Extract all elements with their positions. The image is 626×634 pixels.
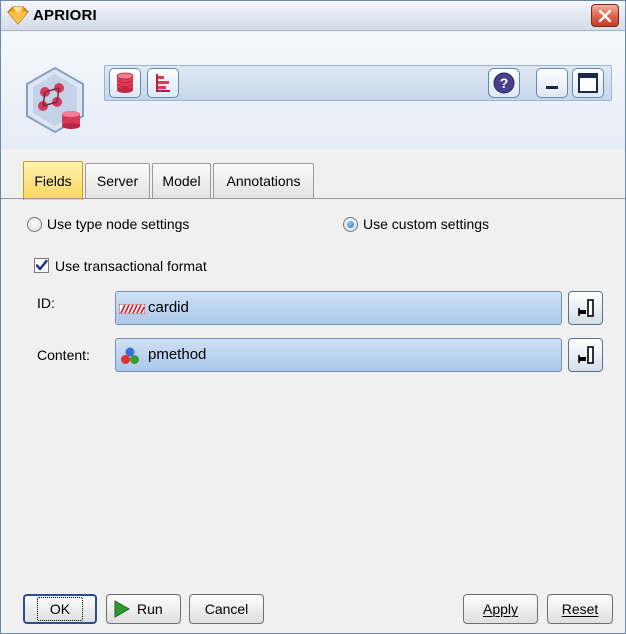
tab-bar: Fields Server Model Annotations [23,161,623,200]
minimize-button[interactable] [536,68,568,98]
close-button[interactable] [591,4,619,27]
header-area: ? [1,32,625,149]
preview-button[interactable] [109,68,141,98]
id-value: cardid [148,299,189,316]
window-title: APRIORI [33,7,97,24]
close-icon [598,9,612,22]
cancel-button[interactable]: Cancel [189,594,264,624]
tab-server[interactable]: Server [85,163,150,198]
field-picker-icon [577,299,594,317]
reset-button[interactable]: Reset [547,594,613,624]
maximize-button[interactable] [572,68,604,98]
use-type-node-radio[interactable] [27,217,42,232]
run-label: Run [137,601,163,617]
id-field-icon [119,304,145,314]
tab-model[interactable]: Model [152,163,211,198]
use-custom-settings-label: Use custom settings [363,216,490,232]
checkmark-icon [35,259,48,271]
run-button[interactable]: Run [106,594,181,624]
tab-fields[interactable]: Fields [23,161,83,200]
ok-button[interactable]: OK [23,594,97,624]
cancel-label: Cancel [204,601,249,617]
reset-label: Reset [561,601,599,617]
tab-label: Annotations [226,173,301,189]
run-icon [114,600,131,618]
toolbar: ? [104,65,612,101]
content-field[interactable]: pmethod [115,338,562,372]
field-picker-icon [577,346,594,364]
content-value: pmethod [148,346,207,363]
content-field-picker-button[interactable] [568,338,603,372]
apply-label: Apply [482,601,519,617]
title-bar[interactable]: APRIORI [1,1,625,31]
use-type-node-label: Use type node settings [47,216,190,232]
tab-label: Server [96,173,139,189]
tab-annotations[interactable]: Annotations [213,163,314,198]
apriori-dialog: APRIORI ? Fields Server Model Annotation… [0,0,626,634]
tab-label: Model [162,173,201,189]
node-type-icon [26,66,84,134]
tab-divider [1,198,625,199]
use-custom-settings-radio[interactable] [343,217,358,232]
apply-button[interactable]: Apply [463,594,538,624]
id-label: ID: [37,295,55,311]
content-label: Content: [37,347,90,363]
transactional-format-label: Use transactional format [55,258,207,274]
help-icon: ? [493,72,515,94]
maximize-icon [578,73,598,93]
id-field[interactable]: cardid [115,291,562,325]
minimize-icon [546,86,558,89]
tab-label: Fields [34,173,72,189]
svg-text:?: ? [500,75,509,91]
transactional-format-checkbox[interactable] [34,258,49,273]
set-field-icon [121,347,139,364]
chart-icon [156,74,170,92]
chart-button[interactable] [147,68,179,98]
id-field-picker-button[interactable] [568,291,603,325]
help-button[interactable]: ? [488,68,520,98]
ok-label: OK [36,597,84,621]
preview-database-icon [116,72,134,93]
apriori-node-icon [7,6,29,25]
